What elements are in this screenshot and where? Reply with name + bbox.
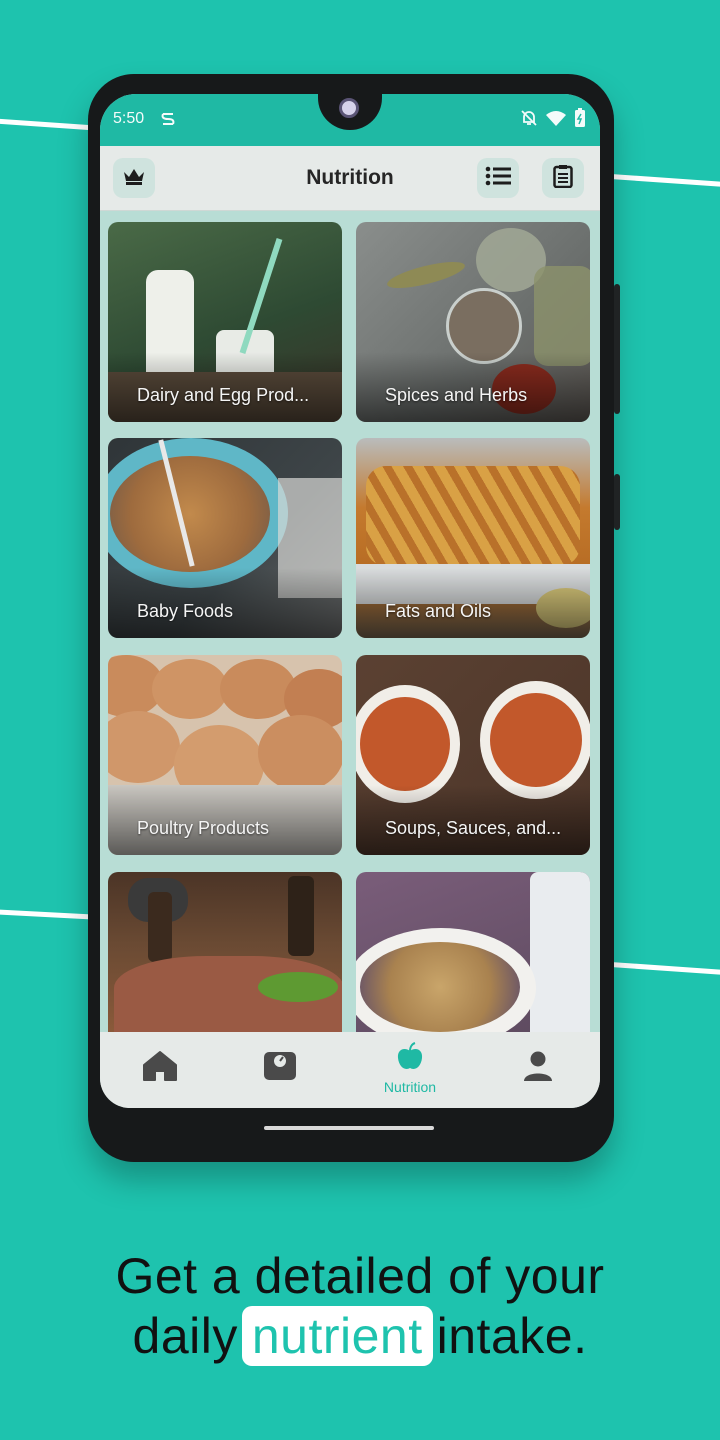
category-card-soups[interactable]: Soups, Sauces, and... — [356, 655, 590, 855]
user-icon — [522, 1050, 554, 1087]
phone-side-button — [614, 474, 620, 530]
fries-image — [366, 466, 580, 566]
decorative-line — [607, 961, 720, 976]
status-time: 5:50 — [113, 110, 145, 127]
decorative-line — [0, 118, 101, 131]
nav-weight[interactable] — [250, 1050, 310, 1100]
category-label: Soups, Sauces, and... — [385, 818, 562, 838]
battery-icon — [574, 108, 586, 133]
wifi-icon — [546, 110, 566, 131]
category-card-meats[interactable] — [108, 872, 342, 1032]
phone-side-button — [614, 284, 620, 414]
category-card-baby-foods[interactable]: Baby Foods — [108, 438, 342, 638]
decorative-line — [0, 909, 101, 920]
bottom-navigation: Nutrition — [100, 1032, 600, 1108]
bottle-image — [288, 876, 314, 956]
notifications-off-icon — [520, 109, 538, 132]
egg-image — [108, 711, 180, 783]
food-log-button[interactable] — [542, 158, 584, 198]
nav-nutrition[interactable]: Nutrition — [380, 1042, 440, 1095]
list-icon — [485, 166, 511, 191]
category-label: Spices and Herbs — [385, 385, 528, 405]
status-icons — [520, 108, 586, 133]
category-card-poultry[interactable]: Poultry Products — [108, 655, 342, 855]
caption-line-1: Get a detailed of your — [115, 1248, 605, 1304]
pepper-image — [258, 972, 338, 1002]
milk-glass-image — [530, 872, 590, 1032]
phone-screen: 5:50 Nutrition Dairy and Egg Prod... Spi… — [100, 94, 600, 1108]
caption-line-2-post: intake. — [436, 1308, 588, 1364]
home-indicator[interactable] — [264, 1126, 434, 1130]
egg-image — [258, 715, 342, 791]
spice-jar-image — [534, 266, 590, 366]
category-card-cereal[interactable] — [356, 872, 590, 1032]
clipboard-icon — [553, 164, 573, 193]
bottle-image — [148, 892, 172, 962]
bay-leaf-image — [385, 256, 467, 294]
nav-nutrition-label: Nutrition — [383, 1079, 437, 1095]
app-bar: Nutrition — [100, 146, 600, 211]
soup-image — [360, 697, 450, 791]
home-icon — [142, 1050, 178, 1087]
category-label: Poultry Products — [137, 818, 270, 838]
category-label: Dairy and Egg Prod... — [137, 385, 310, 405]
category-label: Baby Foods — [137, 601, 234, 621]
promo-caption: Get a detailed of your daily nutrient inta… — [0, 1246, 720, 1366]
nav-home[interactable] — [130, 1050, 190, 1100]
egg-image — [220, 659, 296, 719]
apple-icon — [395, 1042, 425, 1077]
decorative-line — [607, 173, 720, 188]
category-card-spices[interactable]: Spices and Herbs — [356, 222, 590, 422]
sync-icon — [160, 110, 176, 132]
category-card-fats-oils[interactable]: Fats and Oils — [356, 438, 590, 638]
soup-image — [490, 693, 582, 787]
front-camera — [339, 98, 359, 118]
category-card-dairy[interactable]: Dairy and Egg Prod... — [108, 222, 342, 422]
page-title: Nutrition — [306, 166, 394, 189]
granola-image — [360, 942, 520, 1032]
caption-line-2-pre: daily — [132, 1308, 238, 1364]
phone-frame: 5:50 Nutrition Dairy and Egg Prod... Spi… — [88, 74, 620, 1162]
egg-image — [152, 659, 228, 719]
category-label: Fats and Oils — [385, 601, 492, 621]
caption-line-2: daily nutrient intake. — [0, 1306, 720, 1366]
list-view-button[interactable] — [477, 158, 519, 198]
nav-profile[interactable] — [508, 1050, 568, 1100]
scale-icon — [262, 1050, 298, 1087]
caption-highlight: nutrient — [241, 1306, 433, 1366]
